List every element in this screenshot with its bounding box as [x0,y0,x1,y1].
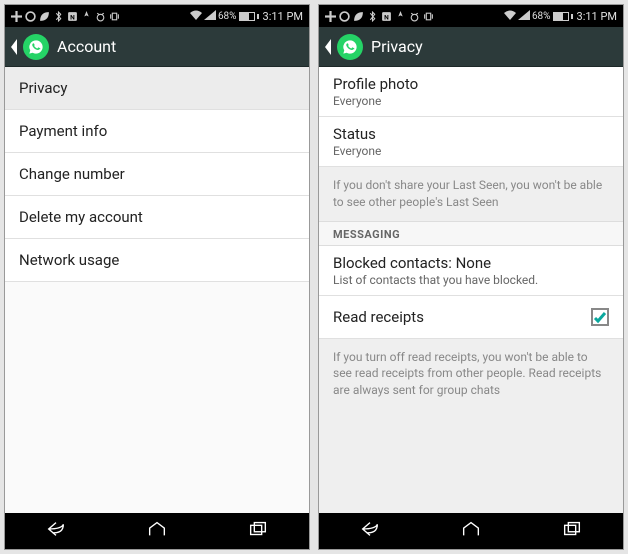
list-item-payment-info[interactable]: Payment info [5,110,309,153]
phone-right: N 68% 3:11 PM Privacy Profile photo Ever… [318,4,624,550]
status-bar: N 68% 3:11 PM [5,5,309,27]
bluetooth-icon [367,11,378,22]
row-value: List of contacts that you have blocked. [333,273,609,287]
list-item-network-usage[interactable]: Network usage [5,239,309,282]
vibrate-icon [109,11,120,22]
app-bar-title: Account [57,37,116,56]
wifi-icon [504,10,516,23]
nav-recent-icon[interactable] [561,520,583,542]
clock-time: 3:11 PM [577,10,617,23]
row-profile-photo[interactable]: Profile photo Everyone [319,67,623,117]
row-value: Everyone [333,144,609,158]
status-bar: N 68% 3:11 PM [319,5,623,27]
nav-home-icon[interactable] [460,520,482,542]
nfc-icon: N [381,11,392,22]
row-label: Profile photo [333,75,609,93]
nav-bar [5,513,309,549]
read-receipts-label: Read receipts [333,308,424,326]
clock-time: 3:11 PM [263,10,303,23]
row-label: Status [333,125,609,143]
app-bar-title: Privacy [371,37,423,56]
list-item-delete-account[interactable]: Delete my account [5,196,309,239]
back-icon[interactable] [323,39,337,55]
battery-icon [553,12,573,21]
whatsapp-logo-icon[interactable] [23,34,49,60]
cell-signal-icon [204,10,216,23]
leaf-icon [353,11,364,22]
bluetooth-icon [53,11,64,22]
back-icon[interactable] [9,39,23,55]
privacy-content: Profile photo Everyone Status Everyone I… [319,67,623,513]
row-value: Everyone [333,94,609,108]
app-bar: Privacy [319,27,623,67]
alarm-icon [95,11,106,22]
phone-left: N 68% 3:11 PM Account Privacy Payment in… [4,4,310,550]
cell-signal-icon [518,10,530,23]
circle-icon [339,11,350,22]
nav-bar [319,513,623,549]
row-label: Blocked contacts: None [333,254,609,272]
battery-icon [239,12,259,21]
section-messaging: MESSAGING [319,221,623,246]
nfc-icon: N [67,11,78,22]
location-icon [395,11,406,22]
svg-text:N: N [384,13,389,21]
nav-back-icon[interactable] [45,520,67,542]
wifi-icon [190,10,202,23]
row-read-receipts[interactable]: Read receipts [319,296,623,339]
list-item-privacy[interactable]: Privacy [5,67,309,110]
last-seen-note: If you don't share your Last Seen, you w… [319,167,623,221]
row-status[interactable]: Status Everyone [319,117,623,167]
add-icon [325,11,336,22]
alarm-icon [409,11,420,22]
nav-back-icon[interactable] [359,520,381,542]
nav-recent-icon[interactable] [247,520,269,542]
list-item-change-number[interactable]: Change number [5,153,309,196]
add-icon [11,11,22,22]
nav-home-icon[interactable] [146,520,168,542]
checkbox-checked-icon[interactable] [591,308,609,326]
leaf-icon [39,11,50,22]
app-bar: Account [5,27,309,67]
account-list: Privacy Payment info Change number Delet… [5,67,309,513]
read-receipts-note: If you turn off read receipts, you won't… [319,339,623,513]
battery-percent: 68% [218,11,237,22]
row-blocked-contacts[interactable]: Blocked contacts: None List of contacts … [319,246,623,296]
svg-text:N: N [70,13,75,21]
vibrate-icon [423,11,434,22]
battery-percent: 68% [532,11,551,22]
location-icon [81,11,92,22]
whatsapp-logo-icon[interactable] [337,34,363,60]
circle-icon [25,11,36,22]
